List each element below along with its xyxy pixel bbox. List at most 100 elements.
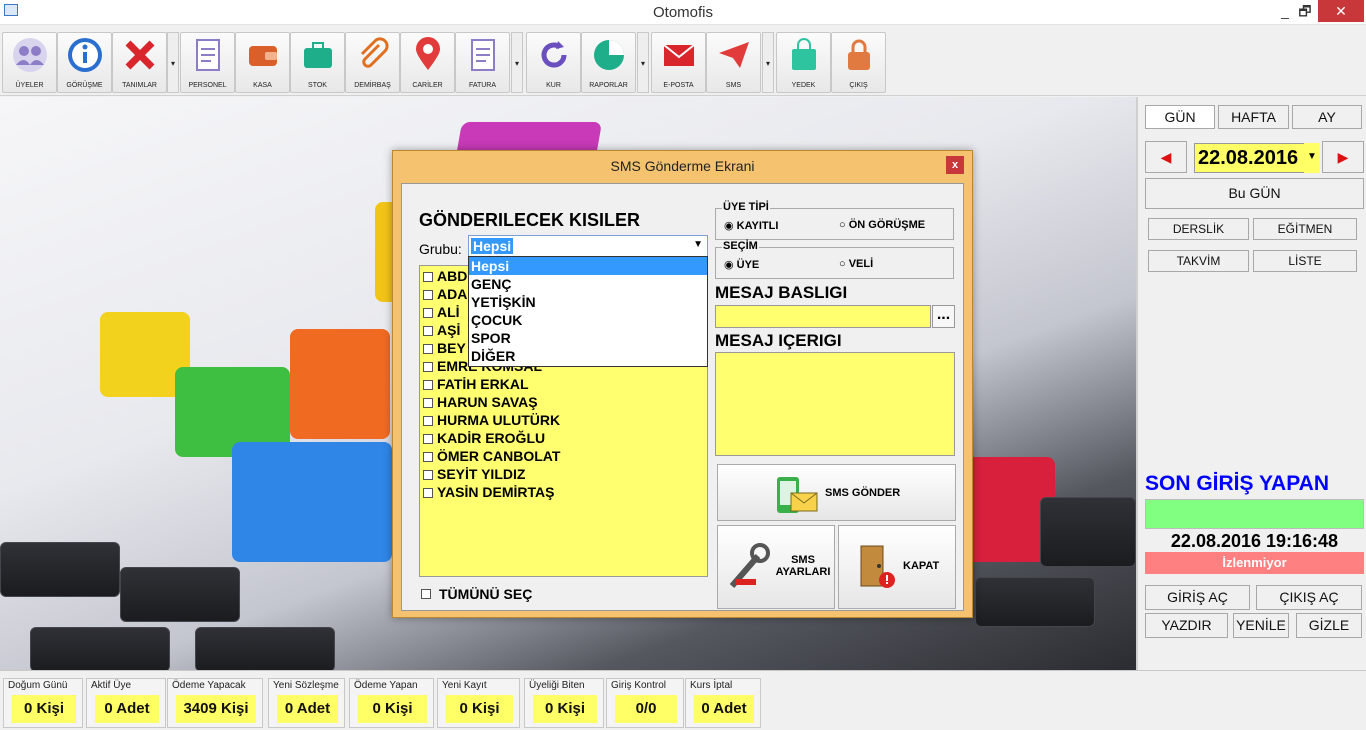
toolbar-kur-button[interactable]: KUR <box>526 32 581 93</box>
contact-checkbox[interactable] <box>423 272 433 282</box>
stat-uyeligi-biten[interactable]: Üyeliği Biten 0 Kişi <box>524 678 604 728</box>
yenile-button[interactable]: YENİLE <box>1233 613 1289 638</box>
radio-on-gorusme[interactable]: ○ ÖN GÖRÜŞME <box>839 219 925 231</box>
users-icon <box>13 38 47 72</box>
date-picker[interactable]: 22.08.2016 <box>1194 143 1306 173</box>
message-body-textarea[interactable] <box>715 352 955 456</box>
contact-checkbox[interactable] <box>423 290 433 300</box>
sms-settings-button[interactable]: SMS AYARLARI <box>717 525 835 609</box>
toolbar-eposta-button[interactable]: E-POSTA <box>651 32 706 93</box>
sms-dropdown-arrow[interactable]: ▾ <box>762 32 774 93</box>
stat-giris-kontrol[interactable]: Giriş Kontrol 0/0 <box>606 678 684 728</box>
tab-gun[interactable]: GÜN <box>1145 105 1215 129</box>
group-select[interactable]: Hepsi ▼ <box>468 235 708 257</box>
toolbar-fatura-button[interactable]: FATURA <box>455 32 510 93</box>
toolbar-uyeler-button[interactable]: ÜYELER <box>2 32 57 93</box>
dialog-close-button[interactable]: x <box>946 156 964 174</box>
contact-row[interactable]: FATİH ERKAL <box>423 376 529 394</box>
close-dialog-button[interactable]: KAPAT <box>838 525 956 609</box>
contact-row[interactable]: AŞİ <box>423 322 460 340</box>
contact-checkbox[interactable] <box>423 308 433 318</box>
contact-row[interactable]: HURMA ULUTÜRK <box>423 412 560 430</box>
close-button[interactable]: ✕ <box>1318 0 1364 22</box>
contact-checkbox[interactable] <box>423 326 433 336</box>
raporlar-dropdown-arrow[interactable]: ▾ <box>637 32 649 93</box>
member-type-group: ÜYE TİPİ ◉ KAYITLI ○ ÖN GÖRÜŞME <box>715 201 954 240</box>
send-sms-button[interactable]: SMS GÖNDER <box>717 464 956 521</box>
contact-row[interactable]: BEY <box>423 340 466 358</box>
select-all-checkbox[interactable] <box>421 589 431 599</box>
contact-row[interactable]: YASİN DEMİRTAŞ <box>423 484 554 502</box>
yazdir-button[interactable]: YAZDIR <box>1145 613 1228 638</box>
contact-row[interactable]: HARUN SAVAŞ <box>423 394 538 412</box>
today-button[interactable]: Bu GÜN <box>1145 178 1364 209</box>
date-value: 22.08.2016 <box>1198 147 1299 169</box>
radio-veli[interactable]: ○ VELİ <box>839 258 873 270</box>
tab-ay[interactable]: AY <box>1292 105 1362 129</box>
cikis-ac-button[interactable]: ÇIKIŞ AÇ <box>1256 585 1362 610</box>
contact-name: HARUN SAVAŞ <box>437 394 538 410</box>
window-title: Otomofis <box>652 4 713 21</box>
group-option[interactable]: ÇOCUK <box>469 311 707 329</box>
toolbar-kasa-button[interactable]: KASA <box>235 32 290 93</box>
contact-checkbox[interactable] <box>423 488 433 498</box>
contact-checkbox[interactable] <box>423 434 433 444</box>
radio-kayitli[interactable]: ◉ KAYITLI <box>724 219 778 232</box>
browse-button[interactable]: ... <box>932 305 955 328</box>
contact-checkbox[interactable] <box>423 470 433 480</box>
contact-checkbox[interactable] <box>423 380 433 390</box>
toolbar-sms-button[interactable]: SMS <box>706 32 761 93</box>
toolbar-raporlar-button[interactable]: RAPORLAR <box>581 32 636 93</box>
prev-date-button[interactable]: ◀ <box>1145 141 1187 173</box>
contact-row[interactable]: SEYİT YILDIZ <box>423 466 525 484</box>
stat-yeni-sozlesme[interactable]: Yeni Sözleşme 0 Adet <box>268 678 345 728</box>
contact-checkbox[interactable] <box>423 362 433 372</box>
toolbar-yedek-button[interactable]: YEDEK <box>776 32 831 93</box>
contact-row[interactable]: ADA <box>423 286 467 304</box>
stat-yeni-kayit[interactable]: Yeni Kayıt 0 Kişi <box>437 678 520 728</box>
contact-row[interactable]: ABD <box>423 268 467 286</box>
group-dropdown-list[interactable]: Hepsi GENÇ YETİŞKİN ÇOCUK SPOR DİĞER <box>468 256 708 367</box>
next-date-button[interactable]: ▶ <box>1322 141 1364 173</box>
contact-row[interactable]: KADİR EROĞLU <box>423 430 545 448</box>
egitmen-button[interactable]: EĞİTMEN <box>1253 218 1357 240</box>
giris-ac-button[interactable]: GİRİŞ AÇ <box>1145 585 1250 610</box>
toolbar-cariler-button[interactable]: CARİLER <box>400 32 455 93</box>
toolbar-stok-button[interactable]: STOK <box>290 32 345 93</box>
contact-name: SEYİT YILDIZ <box>437 466 526 482</box>
radio-uye[interactable]: ◉ ÜYE <box>724 258 759 271</box>
contact-row[interactable]: ALİ <box>423 304 460 322</box>
stat-dogum-gunu[interactable]: Doğum Günü 0 Kişi <box>3 678 83 728</box>
contact-checkbox[interactable] <box>423 416 433 426</box>
sms-send-icon <box>777 477 818 513</box>
tanimlar-dropdown-arrow[interactable]: ▾ <box>167 32 179 93</box>
group-option[interactable]: GENÇ <box>469 275 707 293</box>
toolbar-gorusme-button[interactable]: GÖRÜŞME <box>57 32 112 93</box>
toolbar-personel-button[interactable]: PERSONEL <box>180 32 235 93</box>
liste-button[interactable]: LİSTE <box>1253 250 1357 272</box>
contact-checkbox[interactable] <box>423 344 433 354</box>
group-option[interactable]: Hepsi <box>469 257 707 275</box>
toolbar-cikis-button[interactable]: ÇIKIŞ <box>831 32 886 93</box>
contact-checkbox[interactable] <box>423 452 433 462</box>
stat-kurs-iptal[interactable]: Kurs İptal 0 Adet <box>685 678 761 728</box>
group-option[interactable]: YETİŞKİN <box>469 293 707 311</box>
group-select-value: Hepsi <box>471 238 514 254</box>
recipients-heading: GÖNDERILECEK KISILER <box>419 210 641 230</box>
toolbar-tanimlar-button[interactable]: TANIMLAR <box>112 32 167 93</box>
contact-checkbox[interactable] <box>423 398 433 408</box>
derslik-button[interactable]: DERSLİK <box>1148 218 1249 240</box>
stat-odeme-yapacak[interactable]: Ödeme Yapacak 3409 Kişi <box>167 678 263 728</box>
contact-row[interactable]: ÖMER CANBOLAT <box>423 448 560 466</box>
group-option[interactable]: SPOR <box>469 329 707 347</box>
message-title-input[interactable] <box>715 305 931 328</box>
gizle-button[interactable]: GİZLE <box>1296 613 1362 638</box>
stat-aktif-uye[interactable]: Aktif Üye 0 Adet <box>86 678 166 728</box>
fatura-dropdown-arrow[interactable]: ▾ <box>511 32 523 93</box>
tab-hafta[interactable]: HAFTA <box>1218 105 1289 129</box>
toolbar-demirbas-button[interactable]: DEMİRBAŞ <box>345 32 400 93</box>
date-dropdown-arrow[interactable]: ▼ <box>1304 143 1320 173</box>
stat-odeme-yapan[interactable]: Ödeme Yapan 0 Kişi <box>349 678 434 728</box>
takvim-button[interactable]: TAKVİM <box>1148 250 1249 272</box>
group-option[interactable]: DİĞER <box>469 347 707 365</box>
